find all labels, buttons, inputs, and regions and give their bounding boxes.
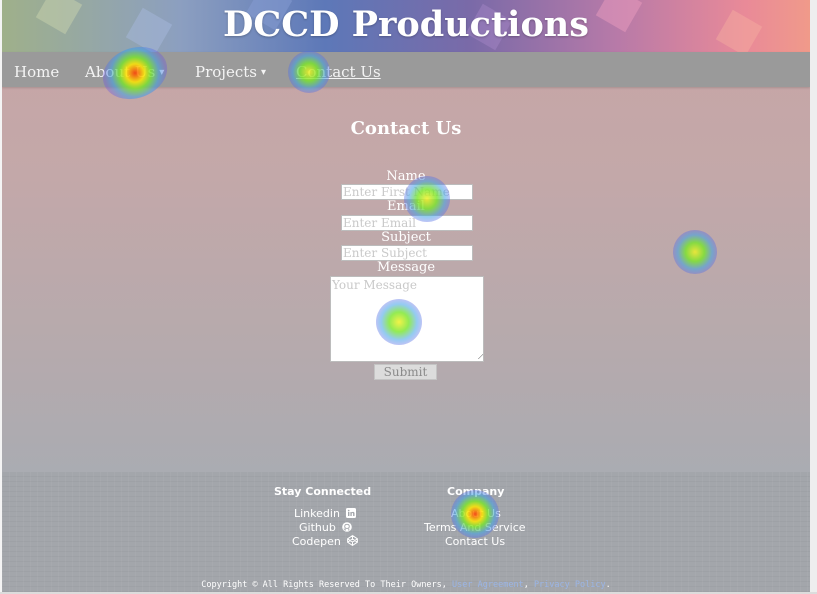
submit-button[interactable]: Submit — [374, 364, 437, 380]
name-field[interactable] — [341, 184, 473, 200]
github-link[interactable]: Github — [299, 521, 353, 534]
name-label: Name — [386, 169, 426, 184]
nav-contact-link[interactable]: Contact Us — [296, 63, 381, 81]
footer-terms-link[interactable]: Terms And Service — [424, 521, 526, 534]
email-field[interactable] — [341, 215, 473, 231]
window-edge — [810, 0, 817, 594]
nav-projects-dropdown[interactable]: Projects ▾ — [195, 63, 266, 81]
user-agreement-link[interactable]: User Agreement — [452, 580, 524, 590]
linkedin-link[interactable]: Linkedin — [294, 507, 357, 520]
chevron-down-icon: ▾ — [159, 67, 165, 78]
chevron-down-icon: ▾ — [260, 67, 266, 78]
subject-label: Subject — [381, 230, 431, 245]
privacy-policy-link[interactable]: Privacy Policy — [534, 580, 606, 590]
copyright-text: Copyright © All Rights Reserved To Their… — [201, 580, 453, 590]
github-icon — [342, 522, 353, 532]
nav-projects-label: Projects — [195, 63, 257, 81]
copyright-separator: , — [523, 580, 534, 590]
copyright-line: Copyright © All Rights Reserved To Their… — [2, 580, 810, 590]
footer: Stay Connected Linkedin Github Codepen C… — [2, 472, 810, 592]
codepen-icon — [347, 535, 359, 546]
email-label: Email — [387, 199, 425, 214]
linkedin-label: Linkedin — [294, 507, 340, 520]
subject-field[interactable] — [341, 245, 473, 261]
footer-contact-link[interactable]: Contact Us — [445, 535, 505, 548]
nav-home-link[interactable]: Home — [14, 63, 59, 81]
stay-connected-heading: Stay Connected — [274, 485, 372, 498]
nav-contact-label: Contact Us — [296, 63, 381, 81]
textarea-resize-handle[interactable] — [478, 354, 483, 359]
codepen-label: Codepen — [292, 535, 341, 548]
nav-about-dropdown[interactable]: About Us ▾ — [85, 63, 164, 81]
linkedin-icon — [346, 508, 357, 518]
header-banner: DCCD Productions — [2, 0, 810, 52]
nav-about-label: About Us — [85, 63, 156, 81]
message-textarea[interactable] — [330, 276, 484, 362]
site-title: DCCD Productions — [223, 4, 589, 45]
codepen-link[interactable]: Codepen — [292, 535, 359, 548]
copyright-suffix: . — [605, 580, 611, 590]
nav-home-label: Home — [14, 63, 60, 81]
page-title: Contact Us — [350, 118, 462, 139]
page: DCCD Productions Home About Us ▾ Projects… — [2, 0, 810, 592]
message-label: Message — [376, 260, 436, 275]
github-label: Github — [299, 521, 336, 534]
nav-bar: Home About Us ▾ Projects ▾ Contact Us — [2, 52, 810, 87]
footer-about-link[interactable]: About Us — [451, 507, 501, 520]
company-heading: Company — [447, 485, 505, 498]
